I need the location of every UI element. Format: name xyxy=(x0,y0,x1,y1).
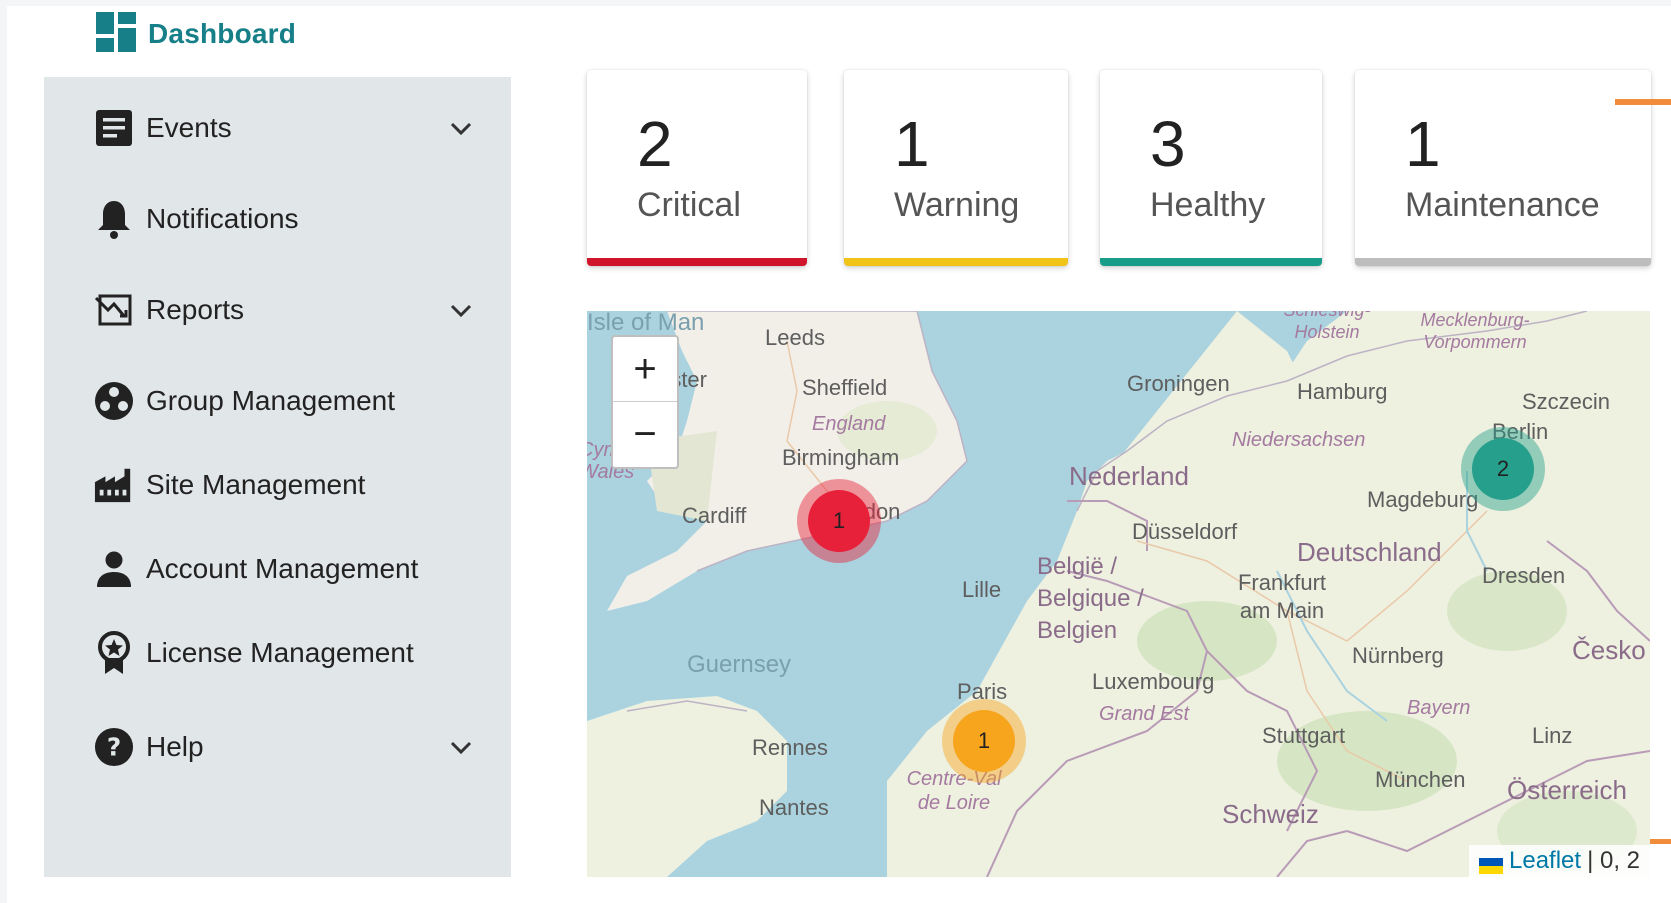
map-label: Deutschland xyxy=(1297,537,1442,567)
sidebar-item-account-management[interactable]: Account Management xyxy=(94,545,514,593)
license-badge-icon xyxy=(94,631,134,674)
map-label: Österreich xyxy=(1507,775,1627,805)
status-label: Warning xyxy=(894,186,1020,224)
map-label: Sheffield xyxy=(802,375,888,400)
map-label: Magdeburg xyxy=(1367,487,1479,512)
map-label: Dresden xyxy=(1482,563,1566,588)
sidebar-item-label: Site Management xyxy=(146,469,366,500)
map-label: Nürnberg xyxy=(1352,643,1444,668)
site-map[interactable]: Isle of Man Leeds Manchester Sheffield E… xyxy=(587,311,1650,877)
status-card-maintenance[interactable]: 1 Maintenance xyxy=(1355,70,1651,266)
dashboard-header[interactable]: Dashboard xyxy=(96,11,297,57)
report-icon xyxy=(94,290,134,330)
map-label: Nederland xyxy=(1069,461,1189,491)
cluster-marker-healthy[interactable]: 2 xyxy=(1461,427,1545,511)
map-label: Lille xyxy=(962,577,1002,602)
status-count: 1 xyxy=(1405,108,1441,180)
dashboard-icon xyxy=(96,11,136,57)
cluster-marker-critical[interactable]: 1 xyxy=(797,479,881,563)
sidebar-item-label: Reports xyxy=(146,294,245,325)
status-card-healthy[interactable]: 3 Healthy xyxy=(1100,70,1322,266)
bell-icon xyxy=(94,199,134,239)
sidebar-item-label: Help xyxy=(146,731,204,762)
map-label: Leeds xyxy=(765,325,825,350)
sidebar-item-license-management[interactable]: License Management xyxy=(94,629,514,677)
sidebar-item-label: Account Management xyxy=(146,553,419,584)
help-icon: ? xyxy=(94,727,134,767)
status-label: Critical xyxy=(637,186,741,224)
group-icon xyxy=(94,381,134,421)
status-card-warning[interactable]: 1 Warning xyxy=(844,70,1068,266)
svg-text:?: ? xyxy=(107,733,121,762)
map-label: Linz xyxy=(1532,723,1573,748)
chevron-down-icon[interactable] xyxy=(448,116,474,142)
zoom-out-button[interactable]: − xyxy=(613,402,677,466)
map-label: Niedersachsen xyxy=(1232,429,1366,451)
chevron-down-icon[interactable] xyxy=(448,298,474,324)
map-label: Düsseldorf xyxy=(1132,519,1238,544)
zoom-in-button[interactable]: + xyxy=(613,337,677,402)
event-list-icon xyxy=(94,108,134,148)
cluster-count: 1 xyxy=(953,710,1015,772)
sidebar-item-label: License Management xyxy=(146,637,414,668)
status-count: 1 xyxy=(894,108,930,180)
sidebar-item-group-management[interactable]: Group Management xyxy=(94,377,514,425)
map-label: Szczecin xyxy=(1522,389,1611,414)
factory-icon xyxy=(94,465,134,505)
dashboard-title: Dashboard xyxy=(148,18,297,49)
map-label: Česko xyxy=(1572,635,1646,665)
sidebar-item-reports[interactable]: Reports xyxy=(94,286,514,334)
zoom-control: + − xyxy=(611,335,679,469)
map-label: Stuttgart xyxy=(1262,723,1346,748)
chevron-down-icon[interactable] xyxy=(448,735,474,761)
cluster-count: 1 xyxy=(808,490,870,552)
map-label: Birmingham xyxy=(782,445,900,470)
map-label: Groningen xyxy=(1127,371,1230,396)
map-label: België / Belgique / Belgien xyxy=(1037,553,1144,644)
person-icon xyxy=(94,549,134,589)
status-count: 2 xyxy=(637,108,673,180)
page-left-strip xyxy=(0,0,7,903)
status-label: Healthy xyxy=(1150,186,1266,224)
map-label: Schleswig-Holstein xyxy=(1283,311,1370,342)
map-attribution: Leaflet | 0, 2 xyxy=(1469,845,1650,877)
ukraine-flag-icon xyxy=(1479,853,1503,874)
accent-mark xyxy=(1615,99,1671,105)
sidebar-item-label: Notifications xyxy=(146,203,299,234)
map-label: Bayern xyxy=(1407,697,1471,719)
status-card-critical[interactable]: 2 Critical xyxy=(587,70,807,266)
map-label: Grand Est xyxy=(1099,703,1190,725)
sidebar-item-label: Events xyxy=(146,112,232,143)
leaflet-link[interactable]: Leaflet xyxy=(1509,847,1581,875)
map-label: Rennes xyxy=(752,735,828,760)
cluster-count: 2 xyxy=(1472,438,1534,500)
status-color-bar xyxy=(587,258,807,266)
map-label: Frankfurt am Main xyxy=(1237,570,1327,623)
status-color-bar xyxy=(844,258,1068,266)
sidebar-item-help[interactable]: ? Help xyxy=(94,723,514,771)
map-label: Schweiz xyxy=(1222,799,1319,829)
status-count: 3 xyxy=(1150,108,1186,180)
page-top-strip xyxy=(0,0,1671,6)
map-label: Mecklenburg-Vorpommern xyxy=(1420,311,1530,352)
status-color-bar xyxy=(1355,258,1651,266)
status-label: Maintenance xyxy=(1405,186,1600,224)
map-label: München xyxy=(1375,767,1466,792)
sidebar-item-site-management[interactable]: Site Management xyxy=(94,461,514,509)
sidebar: Events Notifications Reports Group Manag… xyxy=(44,77,511,877)
cluster-marker-warning[interactable]: 1 xyxy=(942,699,1026,783)
map-label: England xyxy=(812,413,886,435)
map-label: Cardiff xyxy=(682,503,747,528)
map-label: Hamburg xyxy=(1297,379,1388,404)
map-label: Guernsey xyxy=(687,651,792,678)
map-label: Luxembourg xyxy=(1092,669,1215,694)
attribution-text: | 0, 2 xyxy=(1587,847,1640,874)
status-color-bar xyxy=(1100,258,1322,266)
sidebar-item-notifications[interactable]: Notifications xyxy=(94,195,514,243)
map-label: Isle of Man xyxy=(587,311,705,336)
map-label: Nantes xyxy=(759,795,829,820)
sidebar-item-label: Group Management xyxy=(146,385,396,416)
sidebar-item-events[interactable]: Events xyxy=(94,104,514,152)
